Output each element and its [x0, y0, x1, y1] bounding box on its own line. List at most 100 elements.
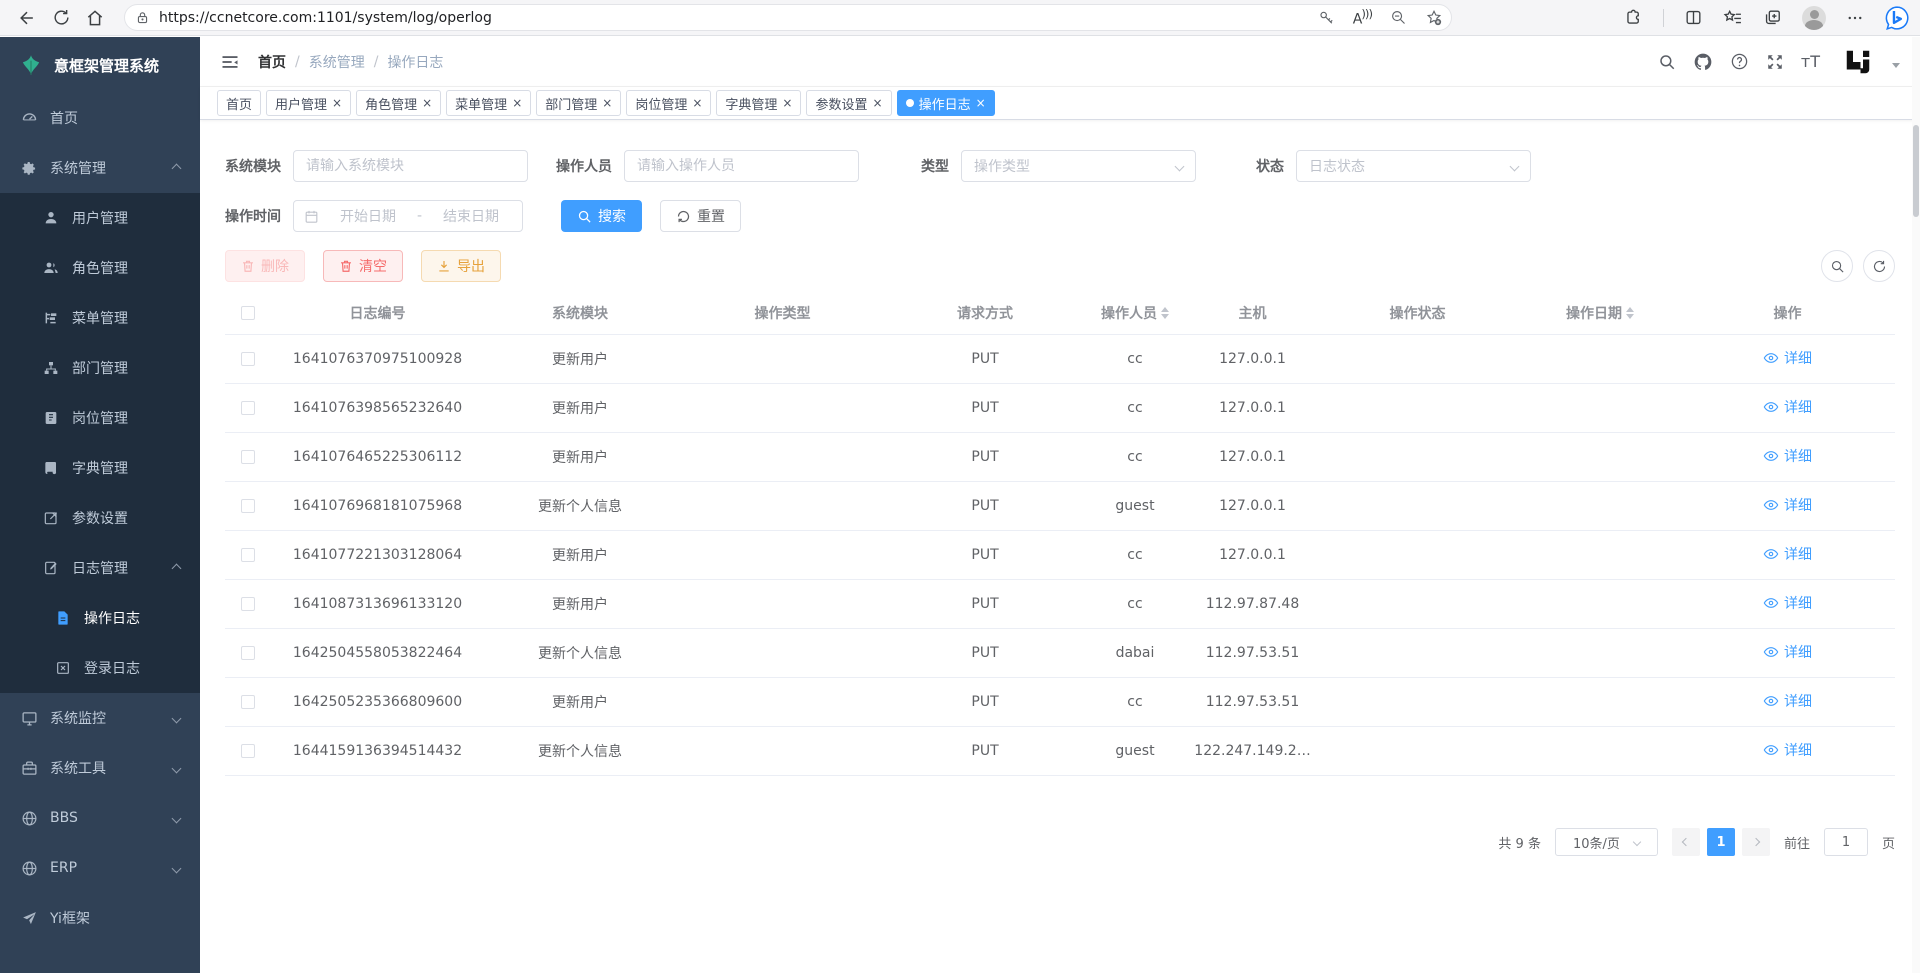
sort-icon[interactable]	[1626, 307, 1634, 319]
sidebar-collapse-button[interactable]	[220, 52, 240, 72]
col-operator[interactable]: 操作人员	[1080, 294, 1190, 335]
close-icon[interactable]: ×	[782, 96, 792, 110]
sidebar-item-system-mgmt[interactable]: 系统管理	[0, 143, 200, 193]
font-size-icon[interactable]: тT	[1801, 52, 1820, 71]
app-logo[interactable]: 意框架管理系统	[0, 37, 200, 93]
sidebar-item-param-settings[interactable]: 参数设置	[0, 493, 200, 543]
password-key-icon[interactable]	[1318, 9, 1335, 26]
row-checkbox[interactable]	[241, 401, 255, 415]
page-number-button[interactable]: 1	[1707, 828, 1735, 856]
sidebar-item-user-mgmt[interactable]: 用户管理	[0, 193, 200, 243]
close-icon[interactable]: ×	[873, 96, 883, 110]
sidebar-item-erp[interactable]: ERP	[0, 843, 200, 893]
row-checkbox[interactable]	[241, 744, 255, 758]
github-icon[interactable]	[1693, 52, 1713, 72]
close-icon[interactable]: ×	[422, 96, 432, 110]
prev-page-button[interactable]	[1672, 828, 1700, 856]
detail-link[interactable]: 详细	[1763, 397, 1812, 417]
row-checkbox[interactable]	[241, 548, 255, 562]
url-input[interactable]	[159, 10, 1318, 26]
page-size-select[interactable]: 10条/页	[1555, 828, 1658, 856]
export-button[interactable]: 导出	[421, 250, 501, 282]
close-icon[interactable]: ×	[976, 96, 986, 110]
tab-dept-mgmt[interactable]: 部门管理×	[536, 90, 621, 116]
close-icon[interactable]: ×	[512, 96, 522, 110]
date-range-picker[interactable]: 开始日期 - 结束日期	[293, 200, 523, 232]
tab-oper-log[interactable]: 操作日志×	[897, 90, 995, 116]
operator-input[interactable]	[637, 158, 846, 174]
zoom-out-icon[interactable]	[1390, 9, 1407, 26]
row-checkbox[interactable]	[241, 646, 255, 660]
header-search-icon[interactable]	[1658, 53, 1676, 71]
read-aloud-icon[interactable]: A)))	[1353, 7, 1372, 28]
detail-link[interactable]: 详细	[1763, 642, 1812, 662]
reset-button[interactable]: 重置	[660, 200, 741, 232]
sidebar-item-oper-log[interactable]: 操作日志	[0, 593, 200, 643]
collections-icon[interactable]	[1763, 8, 1782, 27]
detail-link[interactable]: 详细	[1763, 593, 1812, 613]
sidebar-item-dept-mgmt[interactable]: 部门管理	[0, 343, 200, 393]
sidebar-item-login-log[interactable]: 登录日志	[0, 643, 200, 693]
browser-back-button[interactable]	[10, 4, 44, 32]
detail-link[interactable]: 详细	[1763, 691, 1812, 711]
next-page-button[interactable]	[1742, 828, 1770, 856]
yi-logo-icon[interactable]	[1843, 47, 1873, 77]
browser-refresh-button[interactable]	[44, 4, 78, 32]
col-date[interactable]: 操作日期	[1520, 294, 1680, 335]
browser-home-button[interactable]	[78, 4, 112, 32]
row-checkbox[interactable]	[241, 695, 255, 709]
select-all-checkbox[interactable]	[241, 306, 255, 320]
detail-link[interactable]: 详细	[1763, 544, 1812, 564]
tab-param-settings[interactable]: 参数设置×	[806, 90, 891, 116]
status-select[interactable]: 日志状态	[1296, 150, 1531, 182]
sidebar-item-role-mgmt[interactable]: 角色管理	[0, 243, 200, 293]
address-bar[interactable]: A)))	[124, 4, 1452, 31]
row-checkbox[interactable]	[241, 499, 255, 513]
sidebar-item-yi-framework[interactable]: Yi框架	[0, 893, 200, 943]
fullscreen-icon[interactable]	[1766, 53, 1784, 71]
add-favorite-star-icon[interactable]	[1425, 9, 1443, 27]
close-icon[interactable]: ×	[692, 96, 702, 110]
row-checkbox[interactable]	[241, 450, 255, 464]
tab-post-mgmt[interactable]: 岗位管理×	[626, 90, 711, 116]
module-input[interactable]	[306, 158, 515, 174]
sidebar-item-log-mgmt[interactable]: 日志管理	[0, 543, 200, 593]
split-screen-icon[interactable]	[1684, 8, 1703, 27]
breadcrumb-home[interactable]: 首页	[258, 52, 286, 72]
help-question-icon[interactable]	[1730, 52, 1749, 71]
close-icon[interactable]: ×	[602, 96, 612, 110]
type-select[interactable]: 操作类型	[961, 150, 1196, 182]
search-button[interactable]: 搜索	[561, 200, 642, 232]
page-scrollbar[interactable]	[1912, 37, 1920, 973]
dropdown-caret-icon[interactable]	[1892, 63, 1900, 68]
row-checkbox[interactable]	[241, 597, 255, 611]
goto-page-input[interactable]	[1824, 828, 1868, 856]
breadcrumb-system[interactable]: 系统管理	[309, 52, 365, 72]
tab-menu-mgmt[interactable]: 菜单管理×	[446, 90, 531, 116]
sort-icon[interactable]	[1161, 307, 1169, 319]
bing-chat-icon[interactable]	[1884, 5, 1910, 31]
close-icon[interactable]: ×	[332, 96, 342, 110]
sidebar-item-home[interactable]: 首页	[0, 93, 200, 143]
settings-more-icon[interactable]	[1846, 9, 1864, 27]
detail-link[interactable]: 详细	[1763, 348, 1812, 368]
sidebar-item-system-monitor[interactable]: 系统监控	[0, 693, 200, 743]
detail-link[interactable]: 详细	[1763, 495, 1812, 515]
tab-role-mgmt[interactable]: 角色管理×	[356, 90, 441, 116]
table-refresh-button[interactable]	[1863, 250, 1895, 282]
table-search-toggle-button[interactable]	[1821, 250, 1853, 282]
tab-dict-mgmt[interactable]: 字典管理×	[716, 90, 801, 116]
row-checkbox[interactable]	[241, 352, 255, 366]
tab-user-mgmt[interactable]: 用户管理×	[266, 90, 351, 116]
favorites-bar-icon[interactable]	[1723, 8, 1743, 28]
sidebar-item-system-tools[interactable]: 系统工具	[0, 743, 200, 793]
sidebar-item-bbs[interactable]: BBS	[0, 793, 200, 843]
tab-home[interactable]: 首页	[217, 90, 261, 116]
extensions-icon[interactable]	[1624, 8, 1643, 27]
delete-button[interactable]: 删除	[225, 250, 305, 282]
browser-profile-avatar[interactable]	[1802, 6, 1826, 30]
scrollbar-thumb[interactable]	[1913, 125, 1919, 217]
detail-link[interactable]: 详细	[1763, 446, 1812, 466]
detail-link[interactable]: 详细	[1763, 740, 1812, 760]
sidebar-item-post-mgmt[interactable]: 岗位管理	[0, 393, 200, 443]
